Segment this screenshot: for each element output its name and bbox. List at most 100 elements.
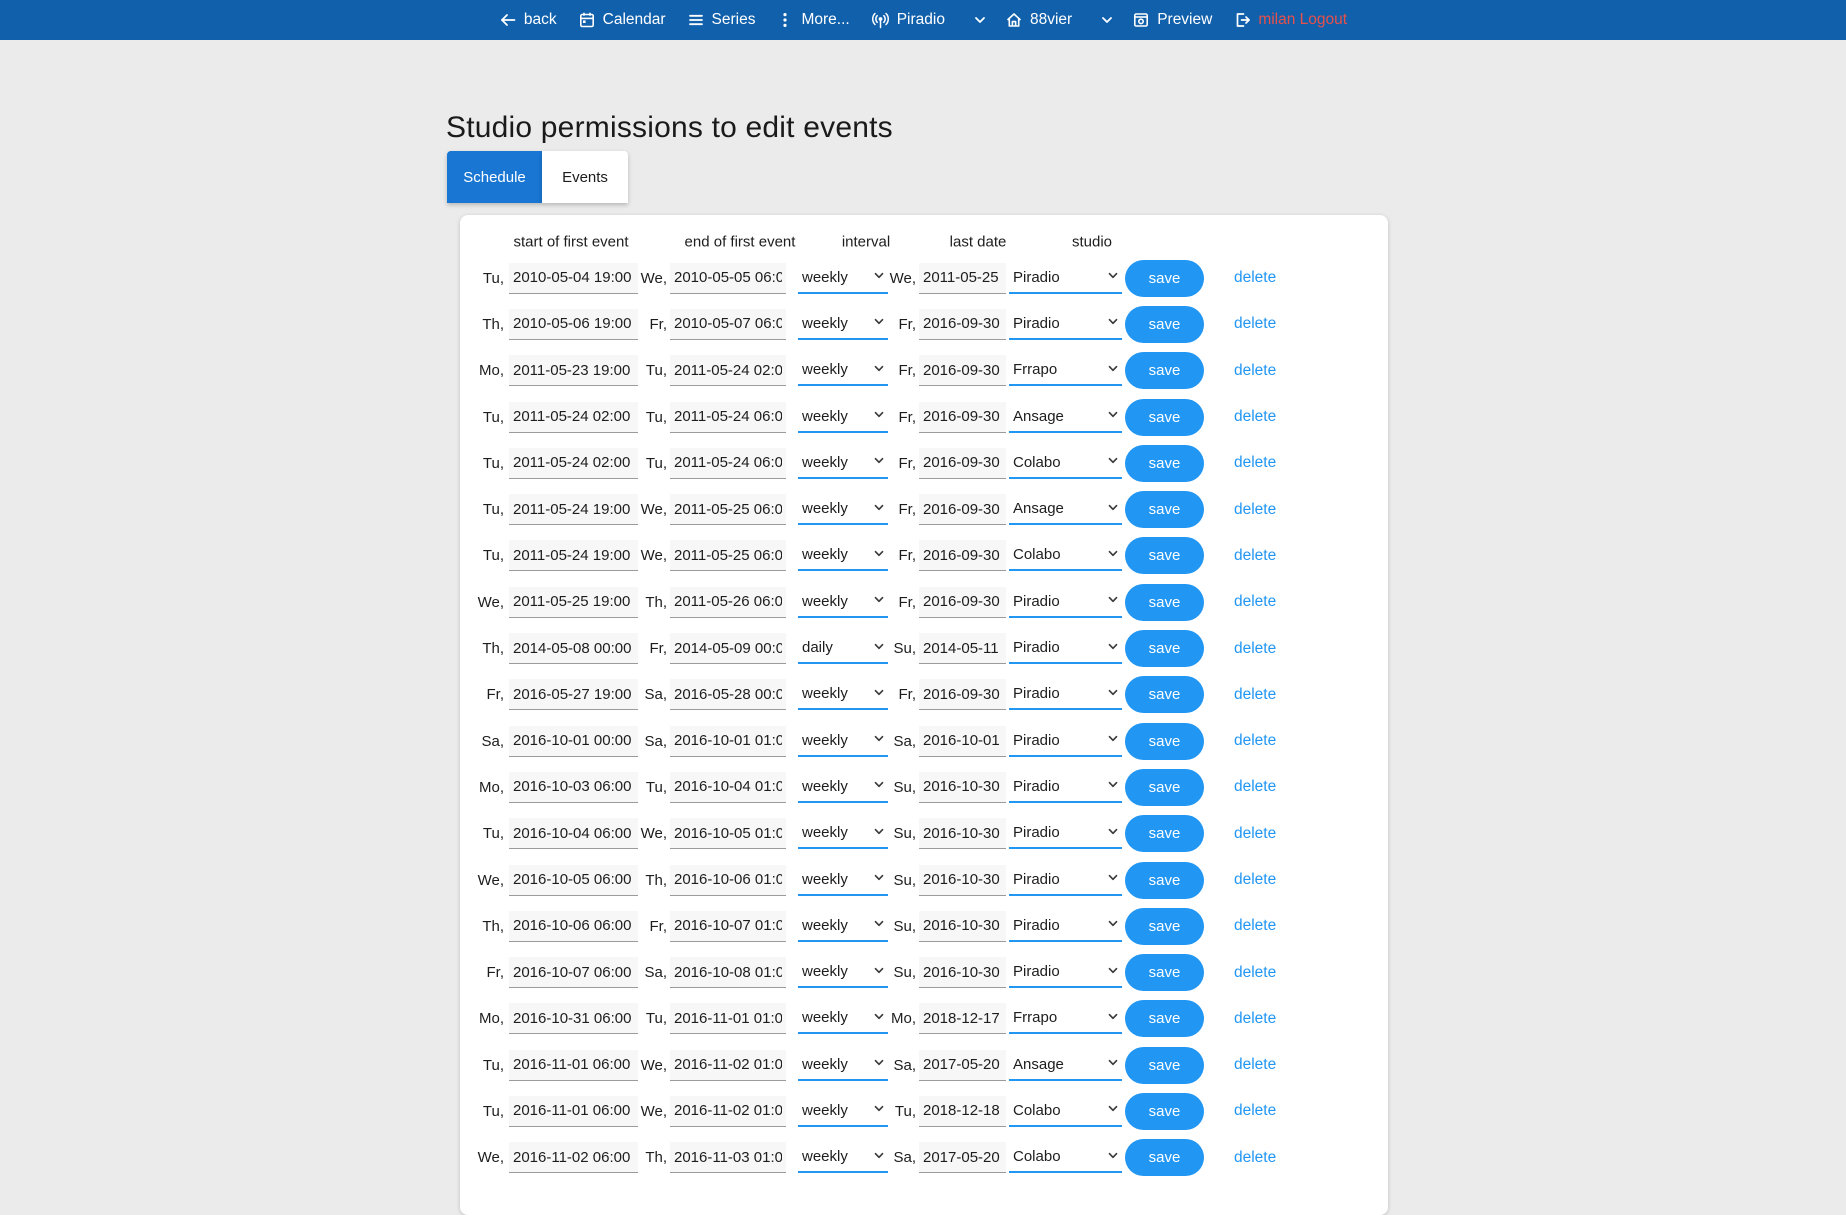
save-button[interactable]: save: [1125, 537, 1204, 574]
studio-select[interactable]: Ansage: [1009, 402, 1122, 433]
end-datetime-input[interactable]: [670, 355, 786, 386]
last-date-input[interactable]: [919, 1003, 1006, 1034]
last-date-input[interactable]: [919, 448, 1006, 479]
nav-preview[interactable]: Preview: [1132, 11, 1212, 29]
last-date-input[interactable]: [919, 818, 1006, 849]
delete-link[interactable]: delete: [1234, 362, 1276, 380]
end-datetime-input[interactable]: [670, 1096, 786, 1127]
studio-select[interactable]: Piradio: [1009, 726, 1122, 757]
last-date-input[interactable]: [919, 494, 1006, 525]
last-date-input[interactable]: [919, 1096, 1006, 1127]
end-datetime-input[interactable]: [670, 726, 786, 757]
studio-select[interactable]: Piradio: [1009, 587, 1122, 618]
start-datetime-input[interactable]: [509, 911, 638, 942]
save-button[interactable]: save: [1125, 815, 1204, 852]
start-datetime-input[interactable]: [509, 1003, 638, 1034]
last-date-input[interactable]: [919, 587, 1006, 618]
start-datetime-input[interactable]: [509, 355, 638, 386]
end-datetime-input[interactable]: [670, 540, 786, 571]
interval-select[interactable]: weekly: [798, 540, 888, 571]
end-datetime-input[interactable]: [670, 679, 786, 710]
interval-select[interactable]: weekly: [798, 726, 888, 757]
interval-select[interactable]: weekly: [798, 402, 888, 433]
delete-link[interactable]: delete: [1234, 593, 1276, 611]
end-datetime-input[interactable]: [670, 633, 786, 664]
interval-select[interactable]: daily: [798, 633, 888, 664]
studio-select[interactable]: Frrapo: [1009, 355, 1122, 386]
studio-select[interactable]: Colabo: [1009, 540, 1122, 571]
delete-link[interactable]: delete: [1234, 315, 1276, 333]
interval-select[interactable]: weekly: [798, 1003, 888, 1034]
tab-events[interactable]: Events: [542, 151, 628, 203]
interval-select[interactable]: weekly: [798, 1050, 888, 1081]
last-date-input[interactable]: [919, 679, 1006, 710]
start-datetime-input[interactable]: [509, 309, 638, 340]
start-datetime-input[interactable]: [509, 1096, 638, 1127]
save-button[interactable]: save: [1125, 584, 1204, 621]
delete-link[interactable]: delete: [1234, 1010, 1276, 1028]
start-datetime-input[interactable]: [509, 818, 638, 849]
save-button[interactable]: save: [1125, 399, 1204, 436]
start-datetime-input[interactable]: [509, 957, 638, 988]
delete-link[interactable]: delete: [1234, 454, 1276, 472]
delete-link[interactable]: delete: [1234, 640, 1276, 658]
delete-link[interactable]: delete: [1234, 917, 1276, 935]
interval-select[interactable]: weekly: [798, 263, 888, 294]
save-button[interactable]: save: [1125, 630, 1204, 667]
start-datetime-input[interactable]: [509, 679, 638, 710]
interval-select[interactable]: weekly: [798, 818, 888, 849]
delete-link[interactable]: delete: [1234, 871, 1276, 889]
start-datetime-input[interactable]: [509, 402, 638, 433]
piradio-chevron-down-icon[interactable]: [972, 12, 988, 28]
nav-series[interactable]: Series: [687, 11, 756, 29]
studio-select[interactable]: Ansage: [1009, 1050, 1122, 1081]
studio-select[interactable]: Piradio: [1009, 309, 1122, 340]
save-button[interactable]: save: [1125, 260, 1204, 297]
studio-select[interactable]: Piradio: [1009, 263, 1122, 294]
last-date-input[interactable]: [919, 1142, 1006, 1173]
interval-select[interactable]: weekly: [798, 679, 888, 710]
last-date-input[interactable]: [919, 355, 1006, 386]
save-button[interactable]: save: [1125, 723, 1204, 760]
end-datetime-input[interactable]: [670, 1050, 786, 1081]
last-date-input[interactable]: [919, 402, 1006, 433]
last-date-input[interactable]: [919, 772, 1006, 803]
start-datetime-input[interactable]: [509, 865, 638, 896]
delete-link[interactable]: delete: [1234, 269, 1276, 287]
delete-link[interactable]: delete: [1234, 825, 1276, 843]
start-datetime-input[interactable]: [509, 263, 638, 294]
last-date-input[interactable]: [919, 540, 1006, 571]
nav-piradio[interactable]: Piradio: [871, 11, 945, 30]
delete-link[interactable]: delete: [1234, 778, 1276, 796]
delete-link[interactable]: delete: [1234, 1149, 1276, 1167]
delete-link[interactable]: delete: [1234, 408, 1276, 426]
tab-schedule[interactable]: Schedule: [447, 151, 542, 203]
studio-select[interactable]: Piradio: [1009, 633, 1122, 664]
start-datetime-input[interactable]: [509, 726, 638, 757]
start-datetime-input[interactable]: [509, 633, 638, 664]
end-datetime-input[interactable]: [670, 818, 786, 849]
studio-select[interactable]: Piradio: [1009, 772, 1122, 803]
interval-select[interactable]: weekly: [798, 587, 888, 618]
last-date-input[interactable]: [919, 1050, 1006, 1081]
interval-select[interactable]: weekly: [798, 1096, 888, 1127]
studio-select[interactable]: Frrapo: [1009, 1003, 1122, 1034]
save-button[interactable]: save: [1125, 1000, 1204, 1037]
interval-select[interactable]: weekly: [798, 494, 888, 525]
last-date-input[interactable]: [919, 633, 1006, 664]
save-button[interactable]: save: [1125, 1093, 1204, 1130]
delete-link[interactable]: delete: [1234, 1056, 1276, 1074]
studio-select[interactable]: Colabo: [1009, 1096, 1122, 1127]
end-datetime-input[interactable]: [670, 402, 786, 433]
save-button[interactable]: save: [1125, 352, 1204, 389]
studio-select[interactable]: Piradio: [1009, 911, 1122, 942]
studio-select[interactable]: Piradio: [1009, 865, 1122, 896]
end-datetime-input[interactable]: [670, 772, 786, 803]
end-datetime-input[interactable]: [670, 494, 786, 525]
save-button[interactable]: save: [1125, 908, 1204, 945]
delete-link[interactable]: delete: [1234, 964, 1276, 982]
last-date-input[interactable]: [919, 263, 1006, 294]
delete-link[interactable]: delete: [1234, 501, 1276, 519]
nav-more[interactable]: More...: [776, 11, 849, 29]
studio-select[interactable]: Piradio: [1009, 818, 1122, 849]
